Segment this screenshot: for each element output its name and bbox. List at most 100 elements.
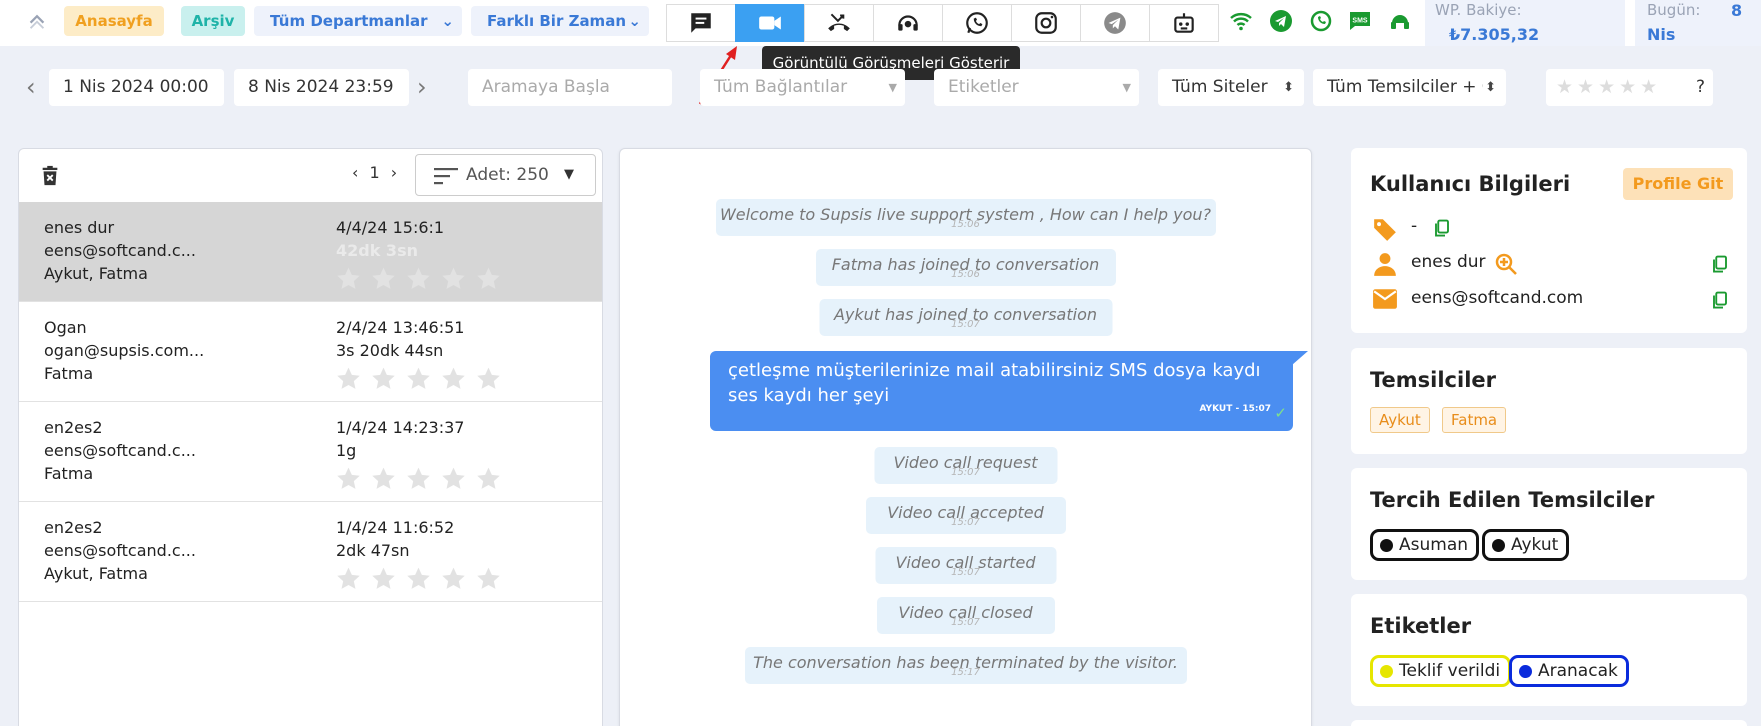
rating-stars[interactable] (336, 466, 501, 491)
conversation-row[interactable]: Ogan ogan@supsis.com... Fatma 2/4/24 13:46:… (19, 302, 602, 402)
telegram-filter-button[interactable] (1080, 4, 1150, 42)
whatsapp-filter-button[interactable] (942, 4, 1012, 42)
preferred-agent-pill: Asuman (1370, 529, 1480, 561)
mail-icon (1373, 289, 1397, 309)
contact-agents: Fatma (44, 364, 94, 383)
star-icon[interactable] (441, 266, 466, 291)
search-input[interactable]: Aramaya Başla (468, 69, 672, 106)
collapse-chevron-icon[interactable] (26, 8, 48, 30)
connections-select[interactable]: Tüm Bağlantılar ▼ (700, 69, 905, 106)
label-name: Teklif verildi (1399, 661, 1501, 681)
home-button[interactable]: Anasayfa (64, 6, 164, 36)
star-icon[interactable] (371, 366, 396, 391)
sites-select[interactable]: Tüm Siteler ⬍ (1158, 69, 1304, 106)
next-page-arrow[interactable]: › (391, 163, 397, 182)
conversation-row[interactable]: en2es2 eens@softcand.c... Fatma 1/4/24 14:2… (19, 402, 602, 502)
support-agent-filter-button[interactable] (873, 4, 943, 42)
profile-button[interactable]: Profile Git (1623, 168, 1733, 200)
labels-title: Etiketler (1370, 614, 1472, 638)
date-start-field[interactable]: 1 Nis 2024 00:00 (49, 69, 224, 106)
previous-date-arrow[interactable]: ‹ (26, 73, 36, 101)
star-icon[interactable] (371, 266, 396, 291)
search-zoom-icon[interactable] (1494, 252, 1518, 276)
rating-stars[interactable] (336, 566, 501, 591)
instagram-filter-button[interactable] (1011, 4, 1081, 42)
contact-name: en2es2 (44, 418, 103, 437)
star-icon[interactable] (476, 466, 501, 491)
sites-select-label: Tüm Siteler (1172, 77, 1268, 97)
bot-filter-button[interactable] (1149, 4, 1219, 42)
tags-select[interactable]: Etiketler ▼ (934, 69, 1139, 106)
department-select-label: Tüm Departmanlar (270, 12, 428, 30)
sort-arrows-icon: ⬍ (1283, 80, 1294, 95)
whatsapp-icon (966, 12, 988, 34)
star-icon[interactable] (476, 566, 501, 591)
missed-call-filter-button[interactable] (804, 4, 874, 42)
instagram-icon (1035, 12, 1057, 34)
star-icon[interactable] (476, 266, 501, 291)
dot-icon (1380, 665, 1393, 678)
contact-agents: Aykut, Fatma (44, 264, 148, 283)
copy-icon[interactable] (1711, 290, 1729, 310)
row-meta: 4/4/24 15:6:1 42dk 3sn (336, 216, 444, 262)
delete-icon[interactable] (39, 163, 61, 189)
next-date-arrow[interactable]: › (417, 73, 427, 101)
user-name: enes dur (1411, 252, 1486, 272)
star-icon[interactable] (371, 466, 396, 491)
prev-page-arrow[interactable]: ‹ (352, 163, 358, 182)
star-icon[interactable] (336, 566, 361, 591)
date-end-field[interactable]: 8 Nis 2024 23:59 (234, 69, 409, 106)
star-icon[interactable] (336, 366, 361, 391)
caret-down-icon: ▼ (564, 167, 574, 182)
rating-filter[interactable]: ★★★★★ ? (1546, 69, 1713, 106)
star-icon[interactable] (441, 566, 466, 591)
sms-icon-text: SMS (1352, 18, 1368, 25)
preferred-agent-name: Aykut (1511, 535, 1559, 555)
agents-select[interactable]: Tüm Temsilciler + Ç ⬍ (1313, 69, 1506, 106)
conversation-row[interactable]: en2es2 eens@softcand.c... Aykut, Fatma 1/4/… (19, 502, 602, 602)
conversation-duration: 3s 20dk 44sn (336, 341, 444, 360)
star-icon[interactable] (406, 466, 431, 491)
star-icon[interactable] (406, 366, 431, 391)
chat-filter-button[interactable] (666, 4, 736, 42)
star-icon[interactable] (336, 466, 361, 491)
star-icon[interactable] (441, 466, 466, 491)
star-icon[interactable] (371, 566, 396, 591)
conversation-row[interactable]: enes dur eens@softcand.c... Aykut, Fatma 4/… (19, 202, 602, 302)
star-icon[interactable] (406, 266, 431, 291)
count-select[interactable]: Adet: 250 ▼ (415, 154, 596, 196)
copy-icon[interactable] (1433, 218, 1451, 238)
row-contact: en2es2 eens@softcand.c... Fatma (44, 416, 196, 485)
contact-name: Ogan (44, 318, 87, 337)
pagination: ‹ 1 › (352, 163, 397, 182)
system-message: Fatma has joined to conversation 15:06 (815, 249, 1116, 286)
department-select[interactable]: Tüm Departmanlar ⌄ (254, 6, 462, 36)
star-icon[interactable] (441, 366, 466, 391)
star-icon[interactable] (406, 566, 431, 591)
telegram-icon (1104, 12, 1126, 34)
preferred-agents-card: Tercih Edilen Temsilciler Asuman Aykut (1351, 468, 1747, 580)
system-message: Aykut has joined to conversation 15:07 (819, 299, 1112, 336)
rating-stars[interactable] (336, 266, 501, 291)
video-camera-icon (759, 16, 781, 30)
video-call-filter-button[interactable] (735, 4, 805, 42)
row-meta: 2/4/24 13:46:51 3s 20dk 44sn (336, 316, 464, 362)
agents-select-label: Tüm Temsilciler + Ç (1327, 77, 1494, 97)
system-message: Video call accepted 15:07 (865, 497, 1066, 534)
star-icon[interactable] (336, 266, 361, 291)
support-agent-icon (898, 15, 918, 31)
dot-icon (1492, 539, 1505, 552)
row-meta: 1/4/24 14:23:37 1g (336, 416, 464, 462)
preferred-agents-title: Tercih Edilen Temsilciler (1370, 488, 1655, 512)
caret-down-icon: ▼ (888, 81, 897, 94)
next-card (1351, 720, 1747, 726)
copy-icon[interactable] (1711, 254, 1729, 274)
star-icon[interactable] (476, 366, 501, 391)
tag-value: - (1411, 216, 1418, 236)
archive-button[interactable]: Arşiv (181, 6, 245, 36)
time-select[interactable]: Farklı Bir Zaman ⌄ (471, 6, 649, 36)
conversation-duration: 42dk 3sn (336, 241, 418, 260)
rating-stars[interactable] (336, 366, 501, 391)
conversation-duration: 1g (336, 441, 357, 460)
today-count: 8 (1731, 1, 1743, 20)
